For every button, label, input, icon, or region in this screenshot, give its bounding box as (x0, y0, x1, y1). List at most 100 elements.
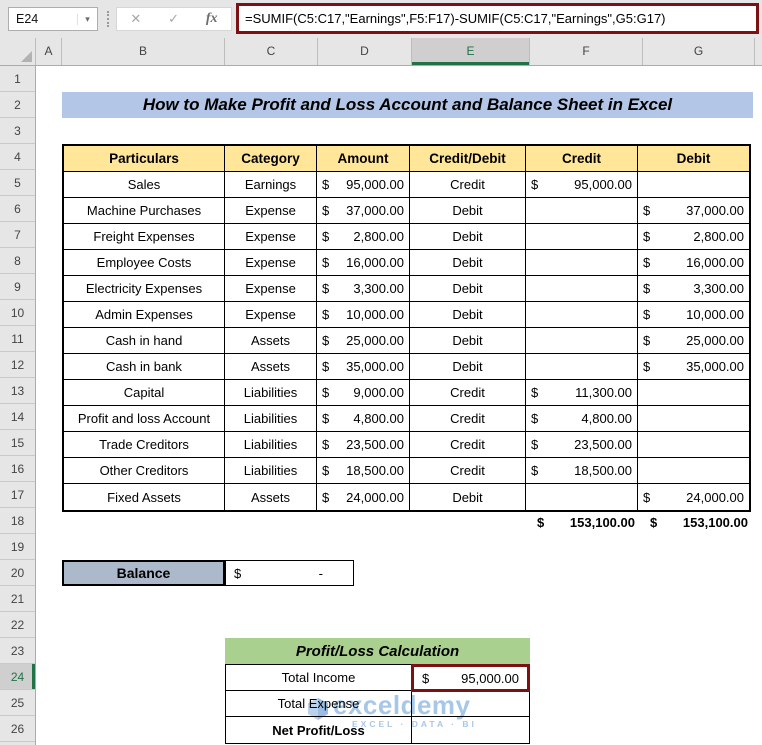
cell-debit[interactable] (638, 432, 749, 458)
name-box[interactable]: E24 ▾ (8, 7, 98, 31)
row-header-10[interactable]: 10 (0, 300, 35, 326)
row-header-3[interactable]: 3 (0, 118, 35, 144)
header-credit-debit[interactable]: Credit/Debit (410, 146, 526, 172)
cell-credit-debit[interactable]: Credit (410, 172, 526, 198)
row-header-17[interactable]: 17 (0, 482, 35, 508)
cell-particulars[interactable]: Sales (64, 172, 225, 198)
cell-particulars[interactable]: Employee Costs (64, 250, 225, 276)
cell-amount[interactable]: $4,800.00 (317, 406, 410, 432)
cell-debit[interactable]: $10,000.00 (638, 302, 749, 328)
cell-credit-debit[interactable]: Debit (410, 250, 526, 276)
cell-credit[interactable] (526, 276, 638, 302)
column-header-G[interactable]: G (643, 38, 755, 65)
column-header-F[interactable]: F (530, 38, 643, 65)
cell-credit[interactable]: $4,800.00 (526, 406, 638, 432)
cell-amount[interactable]: $23,500.00 (317, 432, 410, 458)
cell-amount[interactable]: $95,000.00 (317, 172, 410, 198)
row-header-24[interactable]: 24 (0, 664, 35, 690)
select-all-button[interactable] (0, 38, 36, 65)
cell-credit-debit[interactable]: Debit (410, 354, 526, 380)
cell-credit-debit[interactable]: Debit (410, 328, 526, 354)
cell-amount[interactable]: $35,000.00 (317, 354, 410, 380)
row-header-6[interactable]: 6 (0, 196, 35, 222)
cell-category[interactable]: Expense (225, 276, 317, 302)
row-header-13[interactable]: 13 (0, 378, 35, 404)
row-header-23[interactable]: 23 (0, 638, 35, 664)
cell-category[interactable]: Liabilities (225, 406, 317, 432)
cell-debit[interactable] (638, 406, 749, 432)
formula-bar[interactable]: =SUMIF(C5:C17,"Earnings",F5:F17)-SUMIF(C… (236, 3, 759, 34)
cell-particulars[interactable]: Fixed Assets (64, 484, 225, 510)
cell-amount[interactable]: $9,000.00 (317, 380, 410, 406)
cell-particulars[interactable]: Other Creditors (64, 458, 225, 484)
cell-amount[interactable]: $2,800.00 (317, 224, 410, 250)
cell-particulars[interactable]: Admin Expenses (64, 302, 225, 328)
cell-credit-debit[interactable]: Debit (410, 224, 526, 250)
cell-credit[interactable]: $95,000.00 (526, 172, 638, 198)
header-particulars[interactable]: Particulars (64, 146, 225, 172)
cell-credit[interactable] (526, 354, 638, 380)
cell-credit[interactable]: $23,500.00 (526, 432, 638, 458)
cell-credit[interactable] (526, 198, 638, 224)
cell-debit[interactable]: $3,300.00 (638, 276, 749, 302)
cell-debit[interactable] (638, 172, 749, 198)
cell-category[interactable]: Liabilities (225, 458, 317, 484)
row-header-16[interactable]: 16 (0, 456, 35, 482)
cell-category[interactable]: Expense (225, 250, 317, 276)
cell-particulars[interactable]: Freight Expenses (64, 224, 225, 250)
cell-credit[interactable]: $18,500.00 (526, 458, 638, 484)
insert-function-icon[interactable]: fx (206, 11, 218, 27)
cell-particulars[interactable]: Profit and loss Account (64, 406, 225, 432)
cell-particulars[interactable]: Trade Creditors (64, 432, 225, 458)
row-header-22[interactable]: 22 (0, 612, 35, 638)
cell-particulars[interactable]: Cash in bank (64, 354, 225, 380)
cell-amount[interactable]: $10,000.00 (317, 302, 410, 328)
cell-amount[interactable]: $18,500.00 (317, 458, 410, 484)
cell-particulars[interactable]: Electricity Expenses (64, 276, 225, 302)
name-box-dropdown-icon[interactable]: ▾ (77, 14, 97, 25)
cell-credit-debit[interactable]: Debit (410, 198, 526, 224)
row-header-8[interactable]: 8 (0, 248, 35, 274)
row-header-1[interactable]: 1 (0, 66, 35, 92)
cell-credit-debit[interactable]: Debit (410, 484, 526, 510)
cell-category[interactable]: Liabilities (225, 432, 317, 458)
row-header-7[interactable]: 7 (0, 222, 35, 248)
cell-debit[interactable]: $25,000.00 (638, 328, 749, 354)
row-header-9[interactable]: 9 (0, 274, 35, 300)
cell-debit[interactable]: $2,800.00 (638, 224, 749, 250)
header-debit[interactable]: Debit (638, 146, 749, 172)
cell-credit[interactable]: $11,300.00 (526, 380, 638, 406)
header-credit[interactable]: Credit (526, 146, 638, 172)
cell-amount[interactable]: $24,000.00 (317, 484, 410, 510)
row-header-25[interactable]: 25 (0, 690, 35, 716)
total-debit-cell[interactable]: $ 153,100.00 (643, 509, 755, 535)
cell-amount[interactable]: $16,000.00 (317, 250, 410, 276)
cell-category[interactable]: Assets (225, 484, 317, 510)
row-header-21[interactable]: 21 (0, 586, 35, 612)
cell-credit[interactable] (526, 484, 638, 510)
cell-debit[interactable]: $24,000.00 (638, 484, 749, 510)
column-header-D[interactable]: D (318, 38, 412, 65)
row-header-12[interactable]: 12 (0, 352, 35, 378)
cell-category[interactable]: Expense (225, 198, 317, 224)
cell-credit-debit[interactable]: Debit (410, 276, 526, 302)
header-amount[interactable]: Amount (317, 146, 410, 172)
cell-E26[interactable] (412, 717, 529, 743)
row-header-11[interactable]: 11 (0, 326, 35, 352)
cell-amount[interactable]: $37,000.00 (317, 198, 410, 224)
cell-particulars[interactable]: Capital (64, 380, 225, 406)
pl-label-total-income[interactable]: Total Income (226, 665, 412, 691)
header-category[interactable]: Category (225, 146, 317, 172)
column-header-C[interactable]: C (225, 38, 318, 65)
row-header-14[interactable]: 14 (0, 404, 35, 430)
column-header-E[interactable]: E (412, 38, 530, 65)
pl-label-total-expense[interactable]: Total Expense (226, 691, 412, 717)
cell-debit[interactable] (638, 458, 749, 484)
row-header-20[interactable]: 20 (0, 560, 35, 586)
cell-particulars[interactable]: Machine Purchases (64, 198, 225, 224)
cell-category[interactable]: Assets (225, 354, 317, 380)
row-header-15[interactable]: 15 (0, 430, 35, 456)
cell-category[interactable]: Expense (225, 302, 317, 328)
selected-cell-E24[interactable]: $ 95,000.00 (411, 664, 530, 692)
balance-value-cell[interactable]: $ - (225, 560, 354, 586)
